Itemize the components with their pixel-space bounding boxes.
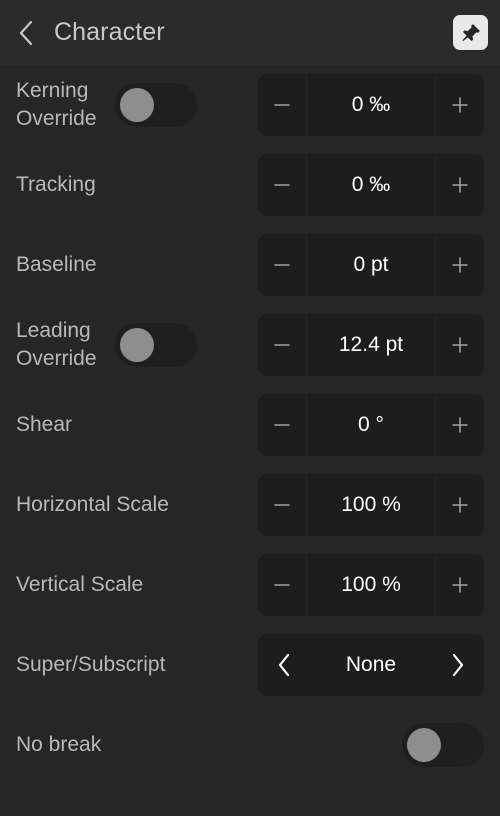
row-label-no-break: No break [16,733,102,756]
plus-icon [450,255,470,275]
chevron-left-icon [16,18,36,48]
toggle-leading-override[interactable] [114,323,197,367]
row-no-break: No break [0,705,500,785]
chevron-right-icon [449,651,467,679]
stepper-shear: 0 ° [258,394,484,456]
pin-icon [460,22,482,44]
increment-tracking-button[interactable] [435,154,484,216]
increment-kerning-override-button[interactable] [435,74,484,136]
stepper-baseline: 0 pt [258,234,484,296]
toggle-no-break[interactable] [402,723,484,767]
stepper-tracking: 0 ‰ [258,154,484,216]
row-leading-override: Leading Override 12.4 pt [0,305,500,385]
row-label-vertical-scale: Vertical Scale [16,573,144,596]
plus-icon [450,415,470,435]
increment-baseline-button[interactable] [435,234,484,296]
row-label-super-subscript: Super/Subscript [16,653,166,676]
decrement-vertical-scale-button[interactable] [258,554,307,616]
toggle-knob [407,728,441,762]
row-tracking: Tracking 0 ‰ [0,145,500,225]
next-super-subscript-button[interactable] [432,634,484,696]
back-button[interactable] [16,13,48,53]
decrement-tracking-button[interactable] [258,154,307,216]
value-super-subscript[interactable]: None [310,634,432,696]
plus-icon [450,575,470,595]
page-title: Character [54,18,165,46]
toggle-knob [119,328,154,362]
row-kerning-override: Kerning Override 0 ‰ [0,65,500,145]
minus-icon [272,575,292,595]
row-label-horizontal-scale: Horizontal Scale [16,493,169,516]
character-panel: Character Kerning Override 0 ‰ Tracking … [0,0,500,816]
minus-icon [272,335,292,355]
minus-icon [272,95,292,115]
row-horizontal-scale: Horizontal Scale 100 % [0,465,500,545]
row-shear: Shear 0 ° [0,385,500,465]
stepper-horizontal-scale: 100 % [258,474,484,536]
stepper-leading-override: 12.4 pt [258,314,484,376]
picker-super-subscript: None [258,634,484,696]
row-label-baseline: Baseline [16,253,97,276]
value-tracking[interactable]: 0 ‰ [307,154,435,216]
plus-icon [450,495,470,515]
value-vertical-scale[interactable]: 100 % [307,554,435,616]
minus-icon [272,415,292,435]
value-baseline[interactable]: 0 pt [307,234,435,296]
decrement-leading-override-button[interactable] [258,314,307,376]
row-baseline: Baseline 0 pt [0,225,500,305]
plus-icon [450,175,470,195]
property-rows: Kerning Override 0 ‰ Tracking 0 ‰ Baseli… [0,65,500,785]
plus-icon [450,95,470,115]
row-label-tracking: Tracking [16,173,96,196]
row-vertical-scale: Vertical Scale 100 % [0,545,500,625]
pin-panel-button[interactable] [453,15,488,50]
row-label-shear: Shear [16,413,73,436]
row-label-kerning-override: Kerning Override [16,77,97,133]
stepper-vertical-scale: 100 % [258,554,484,616]
minus-icon [272,255,292,275]
stepper-kerning-override: 0 ‰ [258,74,484,136]
row-label-leading-override: Leading Override [16,317,97,373]
toggle-kerning-override[interactable] [114,83,197,127]
minus-icon [272,495,292,515]
label-line-2: Override [16,107,97,130]
chevron-left-icon [275,651,293,679]
label-line-2: Override [16,347,97,370]
label-line-1: Leading [16,319,91,342]
toggle-knob [119,88,154,122]
decrement-baseline-button[interactable] [258,234,307,296]
decrement-horizontal-scale-button[interactable] [258,474,307,536]
value-leading-override[interactable]: 12.4 pt [307,314,435,376]
decrement-shear-button[interactable] [258,394,307,456]
plus-icon [450,335,470,355]
row-super-subscript: Super/Subscript None [0,625,500,705]
increment-shear-button[interactable] [435,394,484,456]
increment-vertical-scale-button[interactable] [435,554,484,616]
panel-header: Character [0,0,500,65]
value-horizontal-scale[interactable]: 100 % [307,474,435,536]
minus-icon [272,175,292,195]
increment-leading-override-button[interactable] [435,314,484,376]
value-shear[interactable]: 0 ° [307,394,435,456]
value-kerning-override[interactable]: 0 ‰ [307,74,435,136]
label-line-1: Kerning [16,79,89,102]
previous-super-subscript-button[interactable] [258,634,310,696]
decrement-kerning-override-button[interactable] [258,74,307,136]
increment-horizontal-scale-button[interactable] [435,474,484,536]
